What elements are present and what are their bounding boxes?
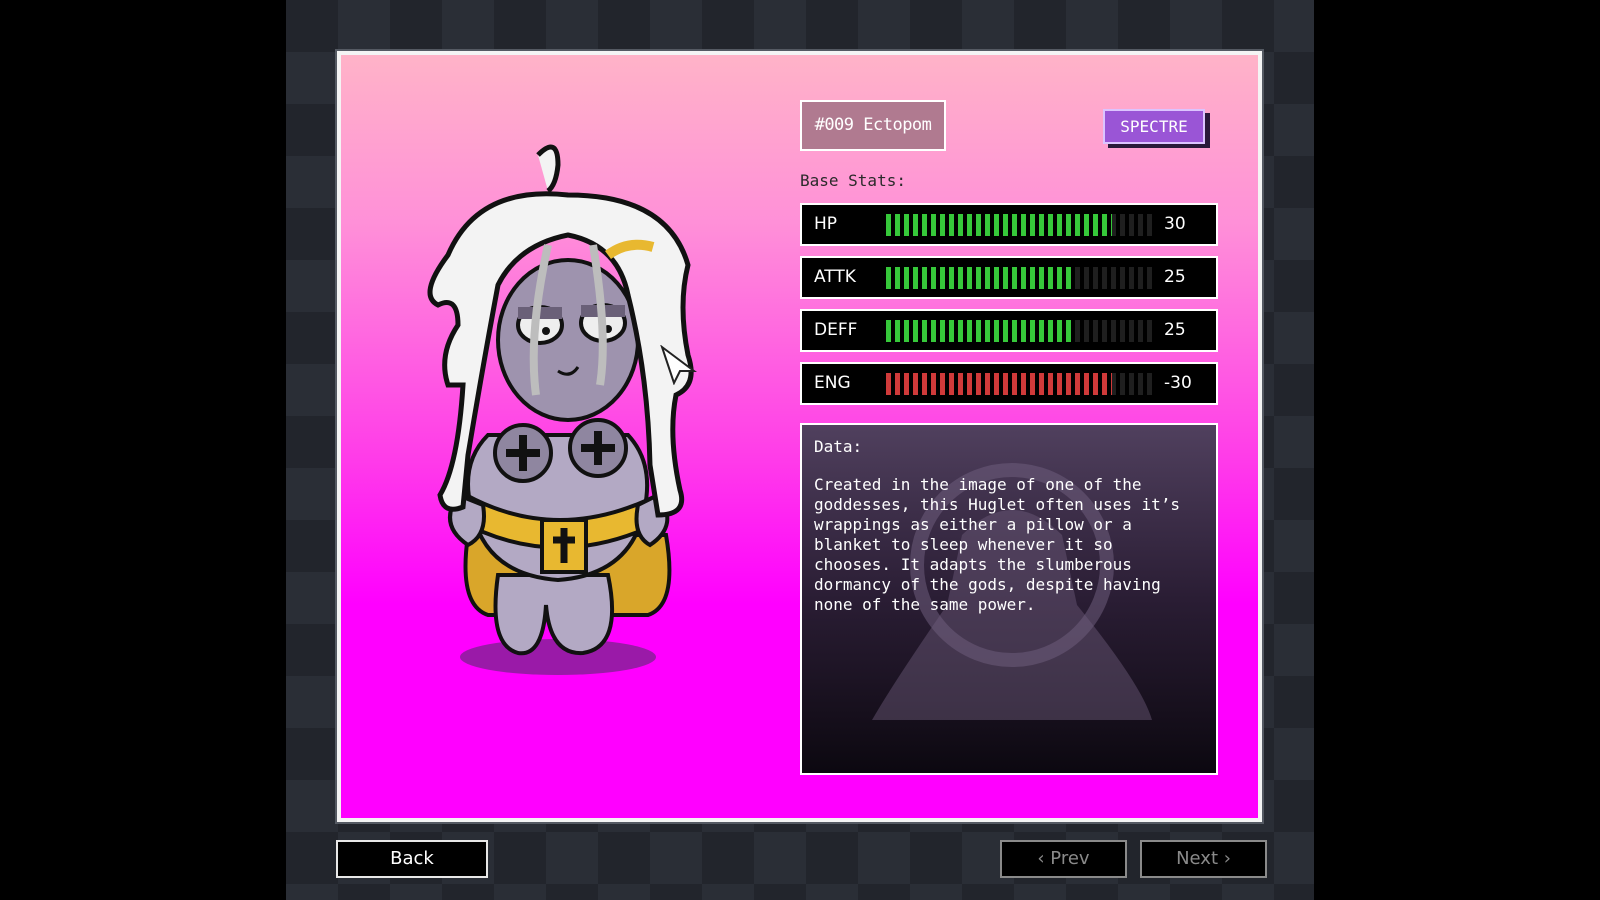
creature-type-badge: SPECTRE: [1103, 109, 1205, 144]
stat-row-hp: HP 30: [800, 203, 1218, 246]
stat-name: DEFF: [814, 320, 858, 340]
description-text: Created in the image of one of the godde…: [814, 475, 1181, 614]
stat-name: ENG: [814, 373, 851, 393]
stat-bar-fill: [886, 267, 1075, 289]
description-heading: Data:: [814, 437, 863, 456]
stat-bar: [886, 267, 1152, 289]
stat-bar: [886, 320, 1152, 342]
stat-value: 25: [1164, 267, 1186, 287]
stat-value: 30: [1164, 214, 1186, 234]
stat-name: ATTK: [814, 267, 856, 287]
stat-row-deff: DEFF 25: [800, 309, 1218, 352]
stat-bar-fill: [886, 214, 1113, 236]
stat-bar: [886, 373, 1152, 395]
base-stats-heading: Base Stats:: [800, 171, 906, 190]
creature-id-label: #009 Ectopom: [800, 100, 946, 151]
description-panel[interactable]: Data: Created in the image of one of the…: [800, 423, 1218, 775]
stat-bar-fill: [886, 373, 1113, 395]
pointer-cursor-icon: [660, 345, 697, 385]
next-button[interactable]: Next ›: [1140, 840, 1267, 878]
stat-value: 25: [1164, 320, 1186, 340]
stat-bar-fill: [886, 320, 1075, 342]
creature-portrait: [427, 144, 694, 675]
stat-name: HP: [814, 214, 838, 234]
prev-button[interactable]: ‹ Prev: [1000, 840, 1127, 878]
stat-row-attk: ATTK 25: [800, 256, 1218, 299]
stat-bar: [886, 214, 1152, 236]
stat-row-eng: ENG -30: [800, 362, 1218, 405]
stat-value: -30: [1164, 373, 1192, 393]
back-button[interactable]: Back: [336, 840, 488, 878]
